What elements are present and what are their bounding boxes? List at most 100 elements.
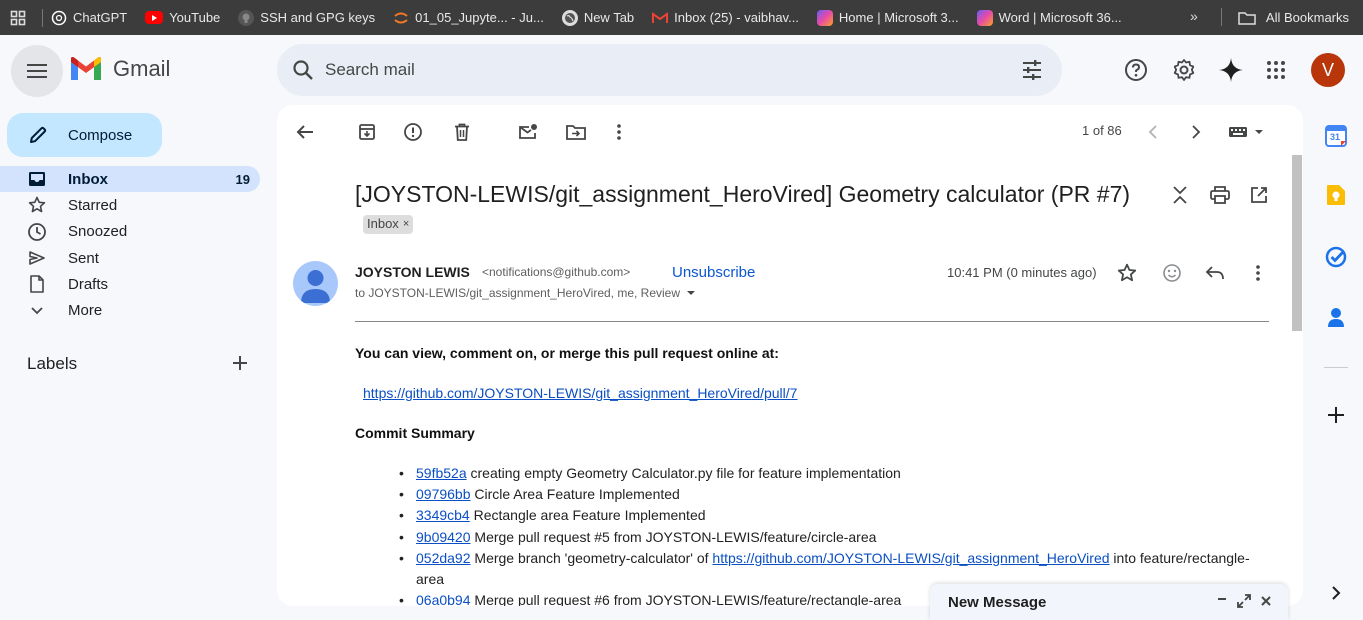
- globe-icon: [561, 9, 578, 26]
- commit-sha-link[interactable]: 052da92: [416, 550, 471, 566]
- delete-trash-icon[interactable]: [451, 121, 473, 143]
- star-icon[interactable]: [1116, 262, 1138, 284]
- new-message-window[interactable]: New Message: [930, 584, 1288, 620]
- sidebar-item-more[interactable]: More: [0, 297, 260, 323]
- all-bookmarks-label: All Bookmarks: [1265, 10, 1349, 25]
- sidebar-item-inbox[interactable]: Inbox 19: [0, 166, 260, 193]
- google-calendar-icon[interactable]: 31: [1324, 124, 1348, 148]
- report-spam-icon[interactable]: [402, 121, 424, 143]
- search-bar[interactable]: [277, 44, 1062, 96]
- pager-text: 1 of 86: [1082, 123, 1122, 138]
- bookmark-label: 01_05_Jupyte... - Ju...: [415, 10, 544, 25]
- chatgpt-icon: [51, 10, 67, 26]
- expand-fullscreen-icon[interactable]: [1236, 593, 1252, 609]
- archive-icon[interactable]: [356, 121, 378, 143]
- side-panel-divider: [1324, 367, 1348, 368]
- bookmark-ssh-gpg[interactable]: SSH and GPG keys: [238, 9, 376, 26]
- search-input[interactable]: [325, 58, 965, 82]
- close-icon[interactable]: [1258, 593, 1274, 609]
- bookmark-gmail-inbox[interactable]: Inbox (25) - vaibhav...: [652, 10, 799, 26]
- print-icon[interactable]: [1209, 184, 1231, 206]
- compose-label: Compose: [68, 126, 133, 144]
- sidebar-item-label: Inbox: [68, 170, 108, 188]
- add-reaction-emoji-icon[interactable]: [1161, 262, 1183, 284]
- bookmark-microsoft-word[interactable]: Word | Microsoft 36...: [976, 9, 1122, 26]
- bookmark-label: Inbox (25) - vaibhav...: [674, 10, 799, 25]
- sidebar-item-label: Drafts: [68, 275, 109, 293]
- bookmark-chatgpt[interactable]: ChatGPT: [51, 10, 127, 26]
- more-options-icon[interactable]: [608, 121, 630, 143]
- sidebar-item-starred[interactable]: Starred: [0, 192, 260, 218]
- commit-sha-link[interactable]: 9b09420: [416, 529, 471, 545]
- commit-sha-link[interactable]: 09796bb: [416, 486, 471, 502]
- commit-sha-link[interactable]: 59fb52a: [416, 465, 467, 481]
- bookmark-new-tab[interactable]: New Tab: [561, 9, 634, 26]
- back-arrow-icon[interactable]: [294, 121, 316, 143]
- all-bookmarks[interactable]: All Bookmarks: [1238, 0, 1349, 35]
- help-icon[interactable]: [1122, 56, 1150, 84]
- inbox-label-chip[interactable]: Inbox ×: [363, 214, 414, 234]
- newer-chevron-left-icon[interactable]: [1142, 121, 1164, 143]
- expand-side-panel-chevron-icon[interactable]: [1324, 581, 1348, 605]
- commit-sha-link[interactable]: 06a0b94: [416, 592, 471, 606]
- recipients-line[interactable]: to JOYSTON-LEWIS/git_assignment_HeroVire…: [355, 286, 698, 300]
- sidebar-item-drafts[interactable]: Drafts: [0, 271, 260, 297]
- compose-button[interactable]: Compose: [7, 113, 162, 157]
- bookmark-microsoft-home[interactable]: Home | Microsoft 3...: [816, 9, 959, 26]
- search-options-icon[interactable]: [1020, 58, 1044, 87]
- sidebar-item-snoozed[interactable]: Snoozed: [0, 219, 260, 245]
- collapse-all-icon[interactable]: [1169, 184, 1191, 206]
- recipients-text: to JOYSTON-LEWIS/git_assignment_HeroVire…: [355, 286, 681, 300]
- list-item: 3349cb4 Rectangle area Feature Implement…: [355, 505, 1275, 526]
- google-keep-icon[interactable]: [1324, 183, 1348, 207]
- inbox-unread-count: 19: [235, 171, 250, 187]
- account-avatar[interactable]: V: [1311, 53, 1345, 87]
- google-contacts-icon[interactable]: [1324, 305, 1348, 329]
- main-menu-button[interactable]: [11, 45, 63, 97]
- sender-avatar[interactable]: [293, 261, 338, 306]
- mark-unread-icon[interactable]: [517, 121, 539, 143]
- gemini-sparkle-icon[interactable]: [1217, 56, 1245, 84]
- bookmark-jupyter[interactable]: 01_05_Jupyte... - Ju...: [393, 10, 544, 26]
- older-chevron-right-icon[interactable]: [1185, 121, 1207, 143]
- sidebar-item-label: Sent: [68, 249, 99, 267]
- email-subject: [JOYSTON-LEWIS/git_assignment_HeroVired]…: [355, 179, 1145, 239]
- gmail-logo[interactable]: Gmail: [69, 56, 170, 82]
- open-in-new-window-icon[interactable]: [1248, 184, 1270, 206]
- get-addons-plus-icon[interactable]: [1324, 403, 1348, 427]
- remove-label-close-icon[interactable]: ×: [403, 209, 409, 239]
- github-icon: [238, 9, 255, 26]
- commit-message: Circle Area Feature Implemented: [470, 486, 680, 503]
- minimize-icon[interactable]: [1214, 593, 1230, 609]
- list-item: 9b09420 Merge pull request #5 from JOYST…: [355, 527, 1275, 548]
- input-tools-keyboard-icon[interactable]: [1227, 121, 1267, 143]
- jupyter-icon: [393, 10, 409, 26]
- pull-request-link[interactable]: https://github.com/JOYSTON-LEWIS/git_ass…: [363, 385, 797, 401]
- commit-message: Merge pull request #6 from JOYSTON-LEWIS…: [470, 592, 902, 606]
- create-label-plus-icon[interactable]: [230, 353, 250, 378]
- message-divider: [355, 321, 1269, 322]
- send-icon: [27, 250, 47, 266]
- sender-name[interactable]: JOYSTON LEWIS: [355, 264, 470, 280]
- message-more-options-icon[interactable]: [1247, 262, 1269, 284]
- apps-grid-icon[interactable]: [0, 0, 36, 35]
- reply-icon[interactable]: [1204, 262, 1226, 284]
- google-tasks-icon[interactable]: [1324, 245, 1348, 269]
- repo-link[interactable]: https://github.com/JOYSTON-LEWIS/git_ass…: [712, 550, 1109, 566]
- move-to-folder-icon[interactable]: [565, 121, 587, 143]
- labels-heading: Labels: [27, 354, 78, 373]
- settings-gear-icon[interactable]: [1170, 56, 1198, 84]
- commit-message: creating empty Geometry Calculator.py fi…: [466, 465, 901, 481]
- gmail-m-icon: [71, 57, 101, 80]
- unsubscribe-link[interactable]: Unsubscribe: [672, 264, 755, 281]
- search-icon[interactable]: [291, 58, 315, 87]
- sidebar-item-sent[interactable]: Sent: [0, 245, 260, 271]
- bookmark-youtube[interactable]: YouTube: [145, 10, 220, 25]
- gmail-icon: [652, 10, 669, 26]
- commit-sha-link[interactable]: 3349cb4: [416, 507, 470, 523]
- scrollbar-thumb[interactable]: [1292, 155, 1302, 331]
- more-bookmarks-chevron-icon[interactable]: »: [1190, 8, 1198, 24]
- caret-down-icon[interactable]: [684, 288, 698, 298]
- bookmark-label: SSH and GPG keys: [260, 10, 376, 25]
- google-apps-icon[interactable]: [1262, 56, 1290, 84]
